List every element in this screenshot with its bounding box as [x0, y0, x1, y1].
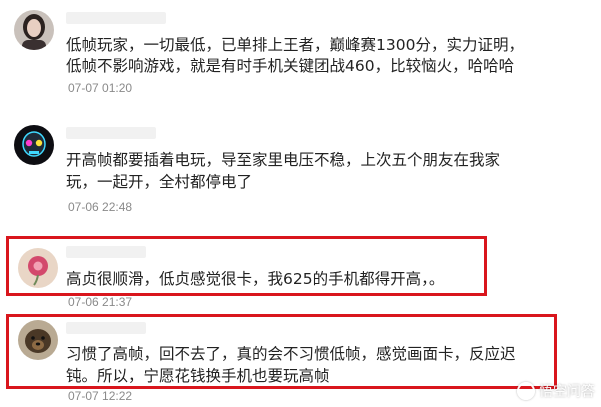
comment-timestamp: 07-07 01:20 [68, 81, 133, 95]
comment-timestamp: 07-06 21:37 [68, 295, 133, 309]
avatar[interactable] [14, 10, 54, 50]
username-redacted [66, 127, 156, 139]
watermark-text: 悟空问答 [539, 384, 595, 400]
neon-skull-icon [14, 125, 54, 165]
comment-text-line-2: 低帧不影响游戏，就是有时手机关键团战460，比较恼火，哈哈哈 [66, 57, 515, 75]
flower-icon [18, 248, 58, 288]
username-redacted [66, 12, 166, 24]
woman-portrait-icon [14, 10, 54, 50]
avatar[interactable] [14, 125, 54, 165]
comment-text-line-1: 高贞很顺滑，低贞感觉很卡，我625的手机都得开高，。 [66, 270, 445, 288]
comment-text-line-1: 开高帧都要插着电玩，导至家里电压不稳，上次五个朋友在我家 [66, 151, 501, 169]
comment-text-line-2: 钝。所以，宁愿花钱换手机也要玩高帧 [66, 367, 330, 385]
comment-text-line-1: 习惯了高帧，回不去了，真的会不习惯低帧，感觉画面卡，反应迟 [66, 345, 516, 363]
dog-icon [18, 320, 58, 360]
username-redacted [66, 322, 146, 334]
wukong-logo-icon [517, 382, 535, 400]
comment-item: 高贞很顺滑，低贞感觉很卡，我625的手机都得开高，。 07-06 21:37 [0, 236, 601, 310]
watermark: 悟空问答 [517, 381, 595, 401]
comment-text-line-2: 玩，一起开，全村都停电了 [66, 173, 253, 191]
comment-item: 习惯了高帧，回不去了，真的会不习惯低帧，感觉画面卡，反应迟 钝。所以，宁愿花钱换… [0, 314, 601, 407]
username-redacted [66, 246, 146, 258]
comment-timestamp: 07-06 22:48 [68, 200, 133, 214]
avatar[interactable] [18, 248, 58, 288]
avatar[interactable] [18, 320, 58, 360]
comment-item: 开高帧都要插着电玩，导至家里电压不稳，上次五个朋友在我家 玩，一起开，全村都停电… [0, 105, 601, 230]
comment-item: 低帧玩家，一切最低，已单排上王者，巅峰赛1300分，实力证明， 低帧不影响游戏，… [0, 0, 601, 105]
comment-timestamp: 07-07 12:22 [68, 389, 133, 403]
comment-list: 低帧玩家，一切最低，已单排上王者，巅峰赛1300分，实力证明， 低帧不影响游戏，… [0, 0, 601, 407]
